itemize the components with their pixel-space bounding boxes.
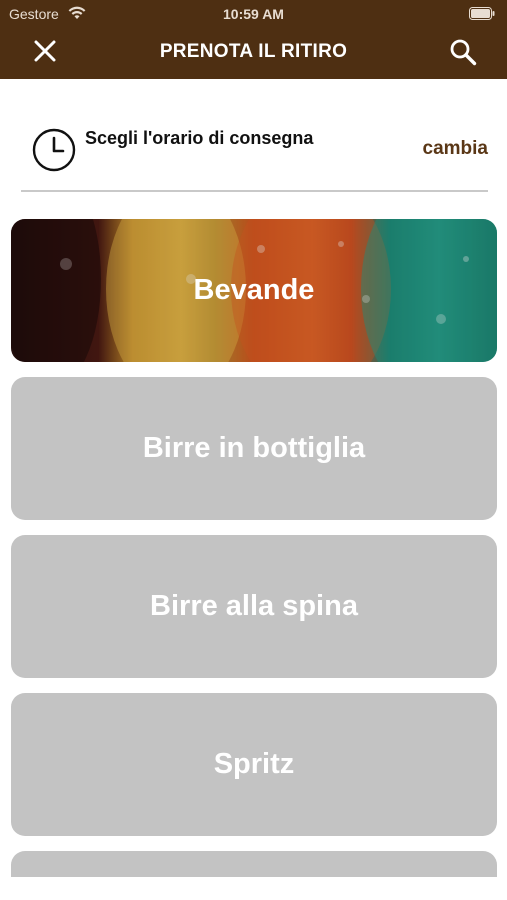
category-label: Spritz	[213, 748, 295, 780]
change-time-link[interactable]: cambia	[423, 138, 488, 160]
clock-icon	[32, 128, 76, 172]
category-card-birre-alla-spina[interactable]: Birre alla spina	[11, 535, 497, 678]
status-bar: Gestore 10:59 AM	[0, 0, 507, 28]
status-time: 10:59 AM	[223, 6, 284, 22]
top-bar: Gestore 10:59 AM PRENOTA IL RITIRO	[0, 0, 507, 79]
search-icon	[450, 39, 477, 66]
category-label: Birre alla spina	[150, 590, 358, 622]
category-card-birre-in-bottiglia[interactable]: Birre in bottiglia	[11, 377, 497, 520]
category-card-bevande[interactable]: Bevande	[11, 219, 497, 362]
delivery-time-row[interactable]: Scegli l'orario di consegna cambia	[21, 110, 488, 192]
category-card-spritz[interactable]: Spritz	[11, 693, 497, 836]
page-title: PRENOTA IL RITIRO	[159, 41, 348, 62]
battery-icon	[469, 7, 495, 20]
search-button[interactable]	[447, 36, 479, 68]
category-label: Birre in bottiglia	[142, 432, 366, 464]
category-label: Bevande	[193, 274, 315, 306]
category-list: Bevande Birre in bottiglia Birre alla sp…	[11, 219, 497, 877]
delivery-time-label: Scegli l'orario di consegna	[85, 128, 314, 148]
category-card-next[interactable]	[11, 851, 497, 877]
